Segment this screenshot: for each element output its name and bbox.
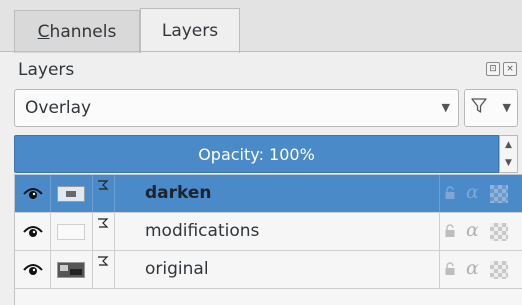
tab-divider (0, 51, 522, 52)
alpha-cell: α (462, 175, 486, 212)
spin-up-icon[interactable]: ▲ (500, 136, 517, 154)
tab-channels-label: hannels (49, 22, 117, 42)
close-panel-icon[interactable]: × (503, 62, 517, 76)
thumbnail-cell (51, 213, 93, 250)
layer-row[interactable]: darken α (15, 175, 522, 213)
name-cell: modifications (115, 213, 440, 250)
checkerboard-icon[interactable] (490, 261, 508, 279)
spin-down-icon[interactable]: ▼ (500, 154, 517, 172)
layers-list: darken α modifications α original α (14, 174, 522, 305)
eye-icon[interactable] (23, 223, 43, 239)
dark-thumbnail (57, 186, 85, 202)
filter-icon (471, 98, 487, 113)
chevron-down-icon: ▼ (441, 101, 450, 114)
tab-channels-label-key: C (37, 22, 50, 42)
eye-icon[interactable] (23, 261, 43, 277)
tab-layers-label: Layers (161, 21, 219, 41)
inherit-alpha-cell (486, 213, 522, 250)
layer-name: original (145, 259, 209, 279)
tab-channels[interactable]: Channels (14, 10, 140, 53)
detach-panel-icon[interactable]: ⊡ (486, 62, 500, 76)
visibility-cell (15, 251, 51, 288)
layer-filter-select[interactable]: ▼ (464, 89, 518, 127)
layer-row[interactable]: modifications α (15, 213, 522, 251)
opacity-label: Opacity: 100% (198, 144, 315, 164)
lock-cell (440, 213, 462, 250)
visibility-cell (15, 175, 51, 212)
name-cell: darken (115, 175, 440, 212)
layer-name: darken (145, 183, 212, 203)
lock-cell (440, 251, 462, 288)
thumbnail-cell (51, 175, 93, 212)
blend-mode-value: Overlay (25, 98, 92, 118)
layer-row[interactable]: original α (15, 251, 522, 289)
name-cell: original (115, 251, 440, 288)
lock-cell (440, 175, 462, 212)
link-cell (93, 251, 115, 288)
alpha-lock-icon[interactable]: α (466, 257, 479, 279)
thumbnail-cell (51, 251, 93, 288)
inherit-alpha-cell (486, 175, 522, 212)
lock-icon[interactable] (444, 224, 456, 238)
image-thumbnail (57, 262, 85, 278)
panel-title: Layers (18, 60, 75, 80)
tab-layers[interactable]: Layers (140, 8, 240, 53)
dock-tab-bar: Channels Layers (0, 0, 522, 53)
chain-icon[interactable] (96, 216, 110, 230)
lock-icon[interactable] (444, 262, 456, 276)
eye-icon[interactable] (23, 185, 43, 201)
alpha-lock-icon[interactable]: α (466, 219, 479, 241)
chain-icon[interactable] (96, 178, 110, 192)
alpha-cell: α (462, 251, 486, 288)
blend-mode-select[interactable]: Overlay ▼ (14, 89, 459, 127)
chevron-down-icon: ▼ (502, 101, 511, 114)
link-cell (93, 175, 115, 212)
checkerboard-icon[interactable] (490, 223, 508, 241)
inherit-alpha-cell (486, 251, 522, 288)
alpha-cell: α (462, 213, 486, 250)
layer-name: modifications (145, 221, 260, 241)
checkerboard-icon[interactable] (490, 185, 508, 203)
opacity-slider[interactable]: Opacity: 100% (14, 135, 499, 173)
chain-icon[interactable] (96, 254, 110, 268)
link-cell (93, 213, 115, 250)
visibility-cell (15, 213, 51, 250)
blank-thumbnail (57, 224, 85, 240)
lock-icon[interactable] (444, 186, 456, 200)
alpha-lock-icon[interactable]: α (466, 181, 479, 203)
opacity-spinbox[interactable]: ▲ ▼ (499, 135, 518, 173)
